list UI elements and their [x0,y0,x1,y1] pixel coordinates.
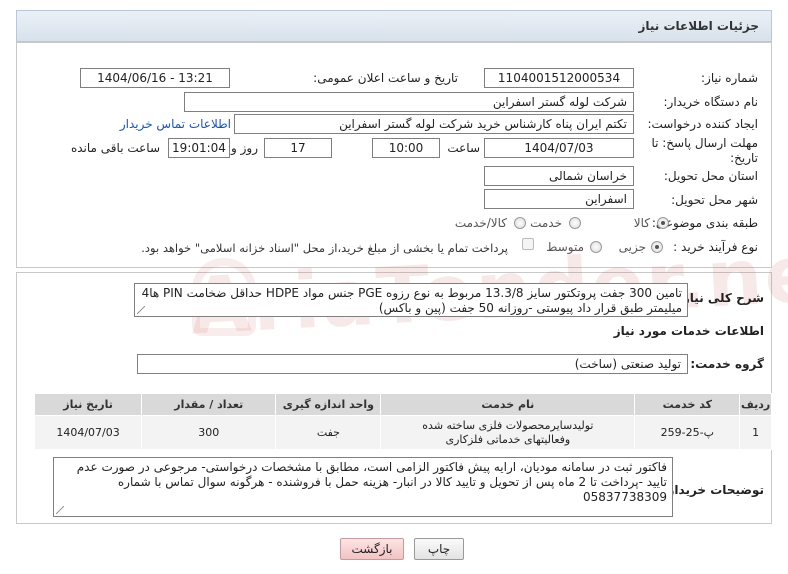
process-radio-medium[interactable] [590,241,602,253]
process-radio-minor[interactable] [651,241,663,253]
deadline-label-line2: تاریخ: [730,151,758,165]
need-number-label: شماره نیاز: [701,71,758,85]
col-unit: واحد اندازه گیری [275,393,382,416]
deadline-time-field: 10:00 [372,138,440,158]
deadline-time-label: ساعت [447,141,480,155]
col-quantity: تعداد / مقدار [141,393,277,416]
page-title: جزئیات اطلاعات نیاز [16,10,772,42]
buyer-org-field: شرکت لوله گستر اسفراین [184,92,634,112]
summary-textarea: تامین 300 جفت پروتکتور سایز 13.3/8 مربوط… [134,283,688,317]
creator-label: ایجاد کننده درخواست: [647,117,758,131]
buyer-notes-text: فاکتور ثبت در سامانه مودیان، ارایه پیش ف… [76,460,667,504]
services-section-title: اطلاعات خدمات مورد نیاز [613,324,764,338]
category-radio-goods-service[interactable] [514,217,526,229]
process-option-minor: جزیی [618,240,646,254]
category-option-goods: کالا [633,216,650,230]
need-number-field: 1104001512000534 [484,68,634,88]
col-date: تاریخ نیاز [33,393,143,416]
buyer-contact-link[interactable]: اطلاعات تماس خریدار [120,117,231,131]
creator-field: تکتم ایران پناه کارشناس خرید شرکت لوله گ… [234,114,634,134]
city-field: اسفراین [484,189,634,209]
remaining-time-field: 19:01:04 [168,138,230,158]
resize-grip-icon[interactable] [137,306,145,314]
category-radio-service[interactable] [569,217,581,229]
col-code: کد خدمت [634,393,741,416]
treasury-payment-checkbox[interactable] [522,238,534,250]
cell-date: 1404/07/03 [33,415,143,450]
announce-date-label: تاریخ و ساعت اعلان عمومی: [313,71,458,85]
days-label: روز و [231,141,258,155]
province-label: استان محل تحویل: [663,169,758,183]
table-header-row: ردیف کد خدمت نام خدمت واحد اندازه گیری ت… [33,393,772,416]
cell-quantity: 300 [141,415,277,450]
service-group-label: گروه خدمت: [690,357,764,371]
category-option-service: خدمت [530,216,562,230]
category-option-goods-service: کالا/خدمت [454,216,507,230]
cell-row: 1 [739,415,772,450]
remaining-time-label: ساعت باقی مانده [70,141,160,155]
deadline-label: مهلت ارسال پاسخ: تا تاریخ: [651,136,758,166]
province-field: خراسان شمالی [484,166,634,186]
cell-unit: جفت [275,415,382,450]
buyer-org-label: نام دستگاه خریدار: [663,95,759,109]
remaining-days-field: 17 [264,138,332,158]
city-label: شهر محل تحویل: [671,193,758,207]
service-group-field: تولید صنعتی (ساخت) [137,354,688,374]
col-name: نام خدمت [380,393,636,416]
summary-text: تامین 300 جفت پروتکتور سایز 13.3/8 مربوط… [141,286,682,315]
buyer-notes-label: توضیحات خریدار: [662,483,764,497]
cell-name: تولیدسایرمحصولات فلزی ساخته شده وفعالیته… [380,415,636,450]
buyer-notes-textarea: فاکتور ثبت در سامانه مودیان، ارایه پیش ف… [53,457,673,517]
col-row: ردیف [739,393,772,416]
deadline-label-line1: مهلت ارسال پاسخ: تا [651,136,758,150]
resize-grip-icon[interactable] [56,506,64,514]
process-type-label: نوع فرآیند خرید : [673,240,758,254]
category-radio-goods[interactable] [657,217,669,229]
table-row: 1 پ-25-259 تولیدسایرمحصولات فلزی ساخته ش… [33,415,772,450]
back-button[interactable]: بازگشت [340,538,404,560]
process-option-medium: متوسط [546,240,584,254]
deadline-date-field: 1404/07/03 [484,138,634,158]
print-button[interactable]: چاپ [414,538,464,560]
cell-code: پ-25-259 [634,415,741,450]
announce-date-field: 1404/06/16 - 13:21 [80,68,230,88]
treasury-payment-note: پرداخت تمام یا بخشی از مبلغ خرید،از محل … [141,241,508,255]
summary-label: شرح کلی نیاز: [678,291,764,305]
services-table: ردیف کد خدمت نام خدمت واحد اندازه گیری ت… [33,393,772,450]
